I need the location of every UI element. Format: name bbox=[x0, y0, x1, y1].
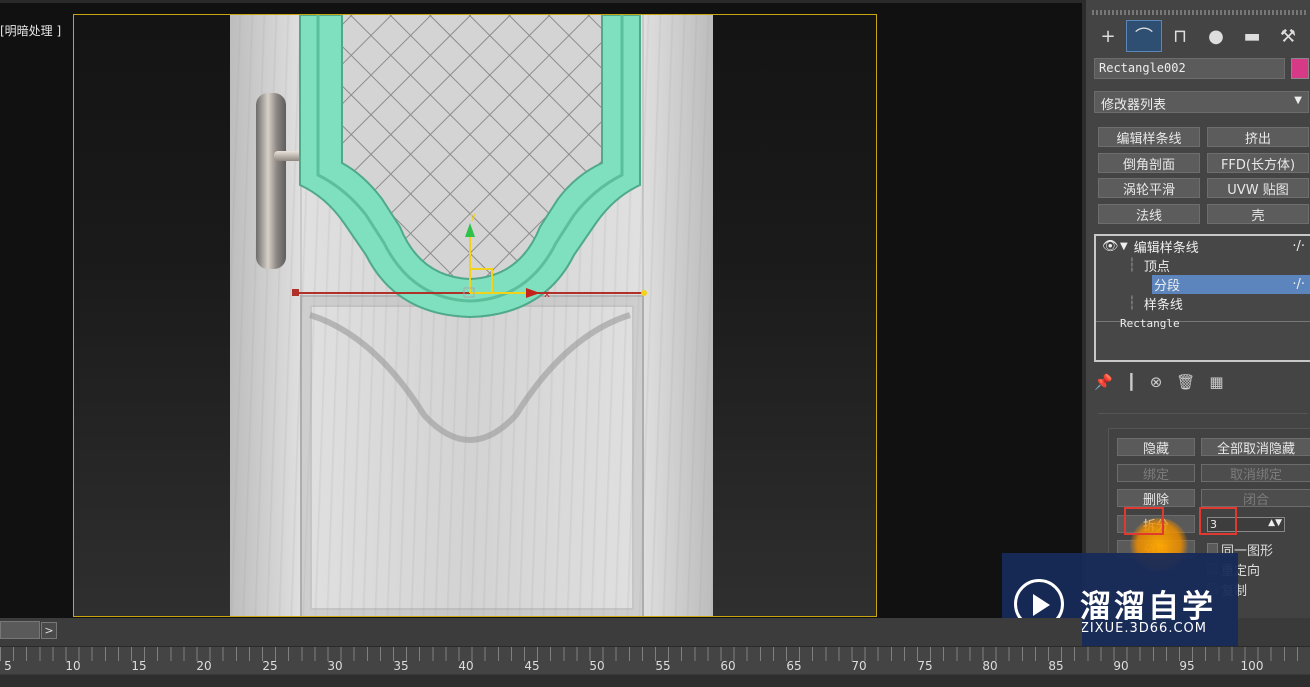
panel-grip[interactable] bbox=[1092, 10, 1306, 15]
play-icon bbox=[1033, 594, 1050, 616]
tick-label: 55 bbox=[655, 659, 671, 673]
hierarchy-tab-icon[interactable]: ⊓ bbox=[1162, 20, 1198, 52]
bevel-profile-button[interactable]: 倒角剖面 bbox=[1098, 153, 1200, 173]
turbosmooth-button[interactable]: 涡轮平滑 bbox=[1098, 178, 1200, 198]
tick-label: 50 bbox=[589, 659, 605, 673]
chevron-down-icon: ▼ bbox=[1294, 95, 1302, 106]
watermark-url: ZIXUE.3D66.COM bbox=[1080, 621, 1207, 636]
delete-button[interactable]: 删除 bbox=[1117, 489, 1195, 508]
modifier-list-dropdown[interactable]: 修改器列表 ▼ bbox=[1094, 91, 1309, 113]
stack-item-edit-spline[interactable]: 👁 ▼ 编辑样条线 ·/· bbox=[1096, 237, 1310, 256]
object-color-swatch[interactable] bbox=[1291, 58, 1309, 79]
perspective-viewport[interactable]: [明暗处理 ] y x bbox=[0, 0, 1082, 618]
stack-sub-vertex[interactable]: ┆ 顶点 bbox=[1096, 256, 1310, 275]
command-panel-tabs: + ⌒ ⊓ ● ▬ ⚒ bbox=[1090, 20, 1310, 52]
shell-button[interactable]: 壳 bbox=[1207, 204, 1309, 224]
viewport-shading-label[interactable]: [明暗处理 ] bbox=[0, 22, 61, 39]
tick-label: 75 bbox=[917, 659, 933, 673]
utilities-tab-icon[interactable]: ⚒ bbox=[1270, 20, 1306, 52]
tick-label: 35 bbox=[393, 659, 409, 673]
tick-label: 5 bbox=[4, 659, 12, 673]
expand-triangle-icon[interactable]: ▼ bbox=[1120, 241, 1128, 252]
stack-modifier-label: 编辑样条线 bbox=[1133, 241, 1199, 256]
wire-marker: ·/· bbox=[1292, 277, 1305, 292]
status-strip bbox=[0, 675, 1310, 687]
time-slider-thumb[interactable] bbox=[0, 621, 40, 639]
tick-label: 15 bbox=[131, 659, 147, 673]
tick-label: 65 bbox=[786, 659, 802, 673]
tick-label: 20 bbox=[196, 659, 212, 673]
tick-label: 80 bbox=[982, 659, 998, 673]
time-slider[interactable]: > bbox=[0, 618, 1082, 646]
stack-sub-label: 分段 bbox=[1154, 279, 1181, 294]
tick-label: 100 bbox=[1240, 659, 1264, 673]
remove-modifier-icon[interactable]: 🗑 bbox=[1176, 373, 1195, 391]
tick-label: 70 bbox=[851, 659, 867, 673]
edit-spline-button[interactable]: 编辑样条线 bbox=[1098, 127, 1200, 147]
eye-icon[interactable]: 👁 bbox=[1102, 239, 1119, 254]
ffd-box-button[interactable]: FFD(长方体) bbox=[1207, 153, 1309, 173]
close-button[interactable]: 闭合 bbox=[1201, 489, 1310, 508]
extrude-button[interactable]: 挤出 bbox=[1207, 127, 1309, 147]
track-bar[interactable]: 5 10 15 20 25 30 35 40 45 50 55 60 65 70… bbox=[0, 646, 1310, 674]
tick-label: 45 bbox=[524, 659, 540, 673]
safe-frame: y x bbox=[73, 14, 877, 617]
stack-sub-spline[interactable]: ┆ 样条线 bbox=[1096, 294, 1310, 313]
display-tab-icon[interactable]: ▬ bbox=[1234, 20, 1270, 52]
next-frame-button[interactable]: > bbox=[41, 622, 57, 639]
tick-label: 25 bbox=[262, 659, 278, 673]
highlight-box-spinner bbox=[1199, 507, 1237, 535]
unhide-all-button[interactable]: 全部取消隐藏 bbox=[1201, 438, 1310, 457]
modifier-stack: 👁 ▼ 编辑样条线 ·/· ┆ 顶点 分段 ·/· ┆ 样条线 Rectangl… bbox=[1094, 234, 1310, 362]
stack-sub-label: 顶点 bbox=[1143, 260, 1170, 275]
stack-sub-label: 样条线 bbox=[1143, 298, 1183, 313]
hide-button[interactable]: 隐藏 bbox=[1117, 438, 1195, 457]
unbind-button[interactable]: 取消绑定 bbox=[1201, 464, 1310, 483]
motion-tab-icon[interactable]: ● bbox=[1198, 20, 1234, 52]
normal-button[interactable]: 法线 bbox=[1098, 204, 1200, 224]
modify-tab-icon[interactable]: ⌒ bbox=[1126, 20, 1162, 52]
tick-label: 95 bbox=[1179, 659, 1195, 673]
tick-label: 40 bbox=[458, 659, 474, 673]
tick-label: 10 bbox=[65, 659, 81, 673]
modifier-list-label: 修改器列表 bbox=[1101, 98, 1167, 113]
show-end-result-icon[interactable]: ┃ bbox=[1127, 373, 1136, 391]
viewport-overlay: y x bbox=[292, 15, 647, 443]
door-lower-arch bbox=[309, 312, 631, 443]
configure-icon[interactable]: ▦ bbox=[1209, 373, 1223, 391]
tick-label: 90 bbox=[1113, 659, 1129, 673]
spinner-arrows-icon[interactable]: ▲▼ bbox=[1268, 518, 1282, 528]
stack-sub-segment[interactable]: 分段 ·/· bbox=[1152, 275, 1310, 294]
uvw-map-button[interactable]: UVW 贴图 bbox=[1207, 178, 1309, 198]
object-name-field[interactable]: Rectangle002 bbox=[1094, 58, 1285, 79]
bind-button[interactable]: 绑定 bbox=[1117, 464, 1195, 483]
wire-marker: ·/· bbox=[1292, 239, 1305, 254]
gizmo-x-label: x bbox=[544, 289, 550, 300]
create-tab-plus-icon[interactable]: + bbox=[1090, 20, 1126, 52]
command-panel: + ⌒ ⊓ ● ▬ ⚒ Rectangle002 修改器列表 ▼ 编辑样条线 挤… bbox=[1082, 0, 1310, 618]
stack-base-label: Rectangle bbox=[1120, 317, 1180, 330]
highlight-box-divide bbox=[1124, 507, 1164, 535]
watermark-title: 溜溜自学 bbox=[1080, 589, 1216, 625]
tick-label: 60 bbox=[720, 659, 736, 673]
gizmo-y-label: y bbox=[470, 211, 476, 222]
make-unique-icon[interactable]: ⊗ bbox=[1150, 373, 1163, 391]
stack-toolbar: 📌 ┃ ⊗ 🗑 ▦ bbox=[1094, 371, 1309, 393]
pin-icon[interactable]: 📌 bbox=[1094, 373, 1113, 391]
stack-item-rectangle[interactable]: Rectangle bbox=[1096, 314, 1310, 333]
tick-label: 30 bbox=[327, 659, 343, 673]
tick-label: 85 bbox=[1048, 659, 1064, 673]
